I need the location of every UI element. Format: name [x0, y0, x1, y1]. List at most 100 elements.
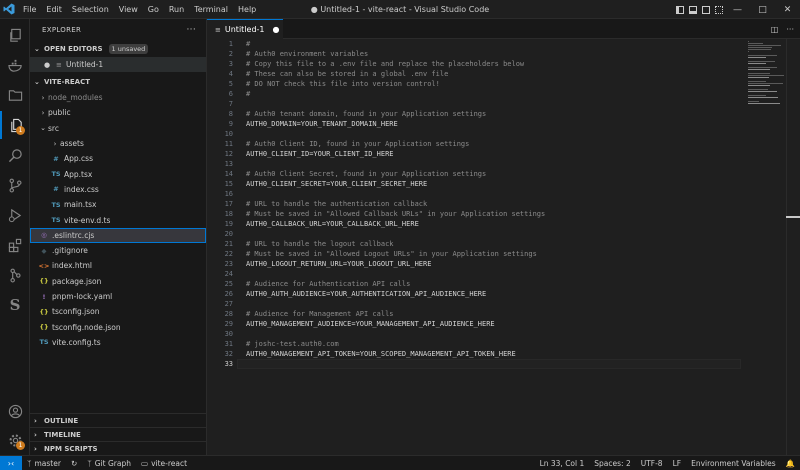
tree-item-main-tsx[interactable]: TS main.tsx: [30, 197, 206, 212]
code-line[interactable]: # DO NOT check this file into version co…: [246, 79, 746, 89]
timeline-section[interactable]: › TIMELINE: [30, 427, 207, 441]
toggle-panel-icon[interactable]: [686, 0, 699, 19]
branch-status[interactable]: ᛉ master: [22, 459, 66, 468]
menu-edit[interactable]: Edit: [41, 0, 67, 19]
code-line[interactable]: # joshc-test.auth0.com: [246, 339, 746, 349]
more-actions-icon[interactable]: ···: [786, 25, 794, 34]
minimize-icon[interactable]: —: [725, 0, 750, 19]
tree-item-vite-env-d-ts[interactable]: TS vite-env.d.ts: [30, 212, 206, 227]
code-line[interactable]: [246, 129, 746, 139]
settings-gear-icon[interactable]: 1: [0, 426, 30, 454]
menu-go[interactable]: Go: [143, 0, 164, 19]
code-line[interactable]: # Audience for Management API calls: [246, 309, 746, 319]
copy-files-icon[interactable]: [0, 21, 30, 49]
tree-item-app-css[interactable]: # App.css: [30, 151, 206, 166]
toggle-secondary-sidebar-icon[interactable]: [699, 0, 712, 19]
script-s-icon[interactable]: S: [0, 291, 30, 319]
sync-status[interactable]: ↻: [66, 459, 82, 468]
menu-selection[interactable]: Selection: [67, 0, 114, 19]
tree-item-app-tsx[interactable]: TS App.tsx: [30, 166, 206, 181]
code-line[interactable]: [246, 159, 746, 169]
encoding[interactable]: UTF-8: [636, 459, 668, 468]
code-line[interactable]: # These can also be stored in a global .…: [246, 69, 746, 79]
code-line[interactable]: # Auth0 tenant domain, found in your App…: [246, 109, 746, 119]
code-line[interactable]: AUTH0_CLIENT_SECRET=YOUR_CLIENT_SECRET_H…: [246, 179, 746, 189]
open-editors-header[interactable]: ⌄ OPEN EDITORS 1 unsaved: [30, 41, 206, 57]
code-line[interactable]: # Must be saved in "Allowed Callback URL…: [246, 209, 746, 219]
tree-item-package-json[interactable]: {} package.json: [30, 274, 206, 289]
code-line[interactable]: AUTH0_AUTH_AUDIENCE=YOUR_AUTHENTICATION_…: [246, 289, 746, 299]
tree-item-src[interactable]: ⌄ src: [30, 121, 206, 136]
extensions-icon[interactable]: [0, 231, 30, 259]
split-editor-icon[interactable]: ◫: [771, 25, 779, 34]
tree-item-eslintrc-cjs[interactable]: ◎ .eslintrc.cjs: [30, 227, 206, 243]
end-of-line[interactable]: LF: [668, 459, 687, 468]
vertical-scrollbar[interactable]: [786, 39, 800, 455]
tree-item-tsconfig-node-json[interactable]: {} tsconfig.node.json: [30, 319, 206, 334]
tree-item-node-modules[interactable]: › node_modules: [30, 90, 206, 105]
unsaved-dot-icon[interactable]: ●: [273, 25, 280, 34]
code-line[interactable]: [246, 99, 746, 109]
customize-layout-icon[interactable]: [712, 0, 725, 19]
code-line[interactable]: # Copy this file to a .env file and repl…: [246, 59, 746, 69]
code-line[interactable]: AUTH0_CALLBACK_URL=YOUR_CALLBACK_URL_HER…: [246, 219, 746, 229]
code-editor[interactable]: 1 2 3 4 5 6 7 8 9 10 11 12 13 14 15 16 17 18 19 20 21 22 23 24 2…: [207, 39, 800, 455]
indentation[interactable]: Spaces: 2: [589, 459, 635, 468]
code-line[interactable]: #: [246, 39, 746, 49]
code-line[interactable]: [246, 269, 746, 279]
tab-untitled-1[interactable]: ≡ Untitled-1 ●: [207, 19, 283, 39]
code-line[interactable]: AUTH0_CLIENT_ID=YOUR_CLIENT_ID_HERE: [246, 149, 746, 159]
cursor-position[interactable]: Ln 33, Col 1: [535, 459, 590, 468]
menu-terminal[interactable]: Terminal: [189, 0, 233, 19]
toggle-sidebar-icon[interactable]: [673, 0, 686, 19]
maximize-icon[interactable]: □: [750, 0, 775, 19]
tree-item-pnpm-lock-yaml[interactable]: ! pnpm-lock.yaml: [30, 289, 206, 304]
language-mode[interactable]: Environment Variables: [686, 459, 781, 468]
code-line[interactable]: # Audience for Authentication API calls: [246, 279, 746, 289]
run-debug-icon[interactable]: [0, 201, 30, 229]
code-line[interactable]: AUTH0_MANAGEMENT_AUDIENCE=YOUR_MANAGEMEN…: [246, 319, 746, 329]
account-icon[interactable]: [0, 397, 30, 425]
tree-item-index-css[interactable]: # index.css: [30, 182, 206, 197]
code-line[interactable]: [246, 359, 746, 369]
code-line[interactable]: [246, 299, 746, 309]
tree-item-assets[interactable]: › assets: [30, 136, 206, 151]
code-line[interactable]: #: [246, 89, 746, 99]
tree-item-public[interactable]: › public: [30, 105, 206, 120]
open-editor-item[interactable]: ● ≡ Untitled-1: [30, 57, 206, 72]
menu-view[interactable]: View: [114, 0, 143, 19]
code-line[interactable]: # Auth0 Client ID, found in your Applica…: [246, 139, 746, 149]
docker-icon[interactable]: [0, 51, 30, 79]
search-icon[interactable]: [0, 141, 30, 169]
outline-section[interactable]: › OUTLINE: [30, 413, 207, 427]
code-line[interactable]: # URL to handle the logout callback: [246, 239, 746, 249]
remote-indicator-icon[interactable]: ›‹: [0, 455, 22, 470]
folder-status[interactable]: ▭ vite-react: [136, 459, 192, 468]
code-line[interactable]: # Must be saved in "Allowed Logout URLs"…: [246, 249, 746, 259]
explorer-icon[interactable]: 1: [0, 111, 30, 139]
code-line[interactable]: # Auth0 environment variables: [246, 49, 746, 59]
code-line[interactable]: AUTH0_DOMAIN=YOUR_TENANT_DOMAIN_HERE: [246, 119, 746, 129]
unsaved-dot-icon[interactable]: ●: [44, 61, 56, 69]
folder-icon[interactable]: [0, 81, 30, 109]
close-icon[interactable]: ✕: [775, 0, 800, 19]
source-control-icon[interactable]: [0, 171, 30, 199]
minimap[interactable]: [748, 41, 786, 104]
code-line[interactable]: AUTH0_LOGOUT_RETURN_URL=YOUR_LOGOUT_URL_…: [246, 259, 746, 269]
code-line[interactable]: # Auth0 Client Secret, found in your App…: [246, 169, 746, 179]
code-line[interactable]: AUTH0_MANAGEMENT_API_TOKEN=YOUR_SCOPED_M…: [246, 349, 746, 359]
code-lines[interactable]: # # Auth0 environment variables # Copy thi…: [246, 39, 746, 369]
project-header[interactable]: ⌄ VITE-REACT: [30, 74, 206, 90]
npm-scripts-section[interactable]: › NPM SCRIPTS: [30, 441, 207, 455]
tree-item-index-html[interactable]: <> index.html: [30, 258, 206, 273]
git-graph-icon[interactable]: [0, 261, 30, 289]
more-actions-icon[interactable]: ···: [187, 25, 196, 35]
code-line[interactable]: [246, 329, 746, 339]
menu-run[interactable]: Run: [164, 0, 189, 19]
code-line[interactable]: # URL to handle the authentication callb…: [246, 199, 746, 209]
menu-file[interactable]: File: [18, 0, 41, 19]
git-graph-status[interactable]: ᛉ Git Graph: [82, 459, 136, 468]
code-line[interactable]: [246, 189, 746, 199]
code-line[interactable]: [246, 229, 746, 239]
tree-item-tsconfig-json[interactable]: {} tsconfig.json: [30, 304, 206, 319]
